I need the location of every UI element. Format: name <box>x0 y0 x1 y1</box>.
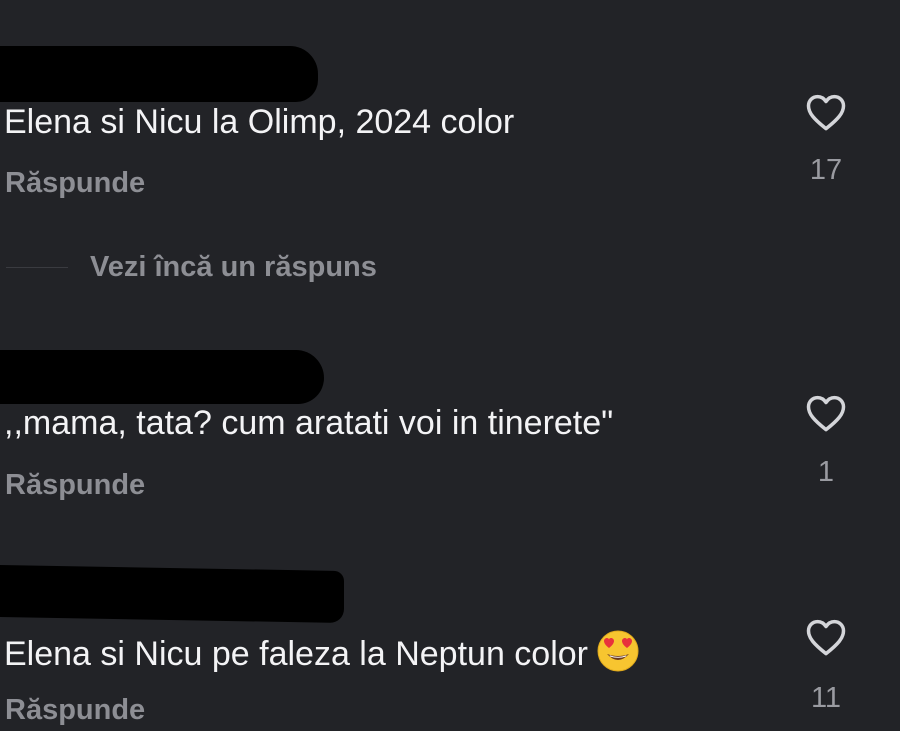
heart-outline-icon <box>806 395 846 432</box>
comment-text: Elena si Nicu pe faleza la Neptun color <box>4 629 640 674</box>
redacted-username <box>0 350 324 404</box>
divider <box>6 266 68 268</box>
like-button[interactable] <box>796 92 856 132</box>
comment-text: Elena si Nicu la Olimp, 2024 color <box>4 103 515 141</box>
like-count: 17 <box>809 154 843 186</box>
like-count: 11 <box>810 682 842 714</box>
reply-button[interactable]: Răspunde <box>5 469 145 502</box>
heart-outline-icon <box>806 619 846 656</box>
view-more-replies-button[interactable]: Vezi încă un răspuns <box>0 247 377 287</box>
reply-button[interactable]: Răspunde <box>5 167 145 200</box>
reply-button[interactable]: Răspunde <box>5 694 145 727</box>
view-more-replies-label: Vezi încă un răspuns <box>90 250 377 283</box>
like-count: 1 <box>817 456 835 488</box>
redacted-username <box>0 564 344 624</box>
heart-eyes-emoji-icon <box>597 630 639 672</box>
redacted-username <box>0 46 318 102</box>
like-button[interactable] <box>796 617 856 657</box>
heart-outline-icon <box>806 94 846 131</box>
like-button[interactable] <box>796 393 856 433</box>
comment-text-content: Elena si Nicu pe faleza la Neptun color <box>4 635 588 673</box>
comment-text: ,,mama, tata? cum aratati voi in tineret… <box>4 404 614 442</box>
